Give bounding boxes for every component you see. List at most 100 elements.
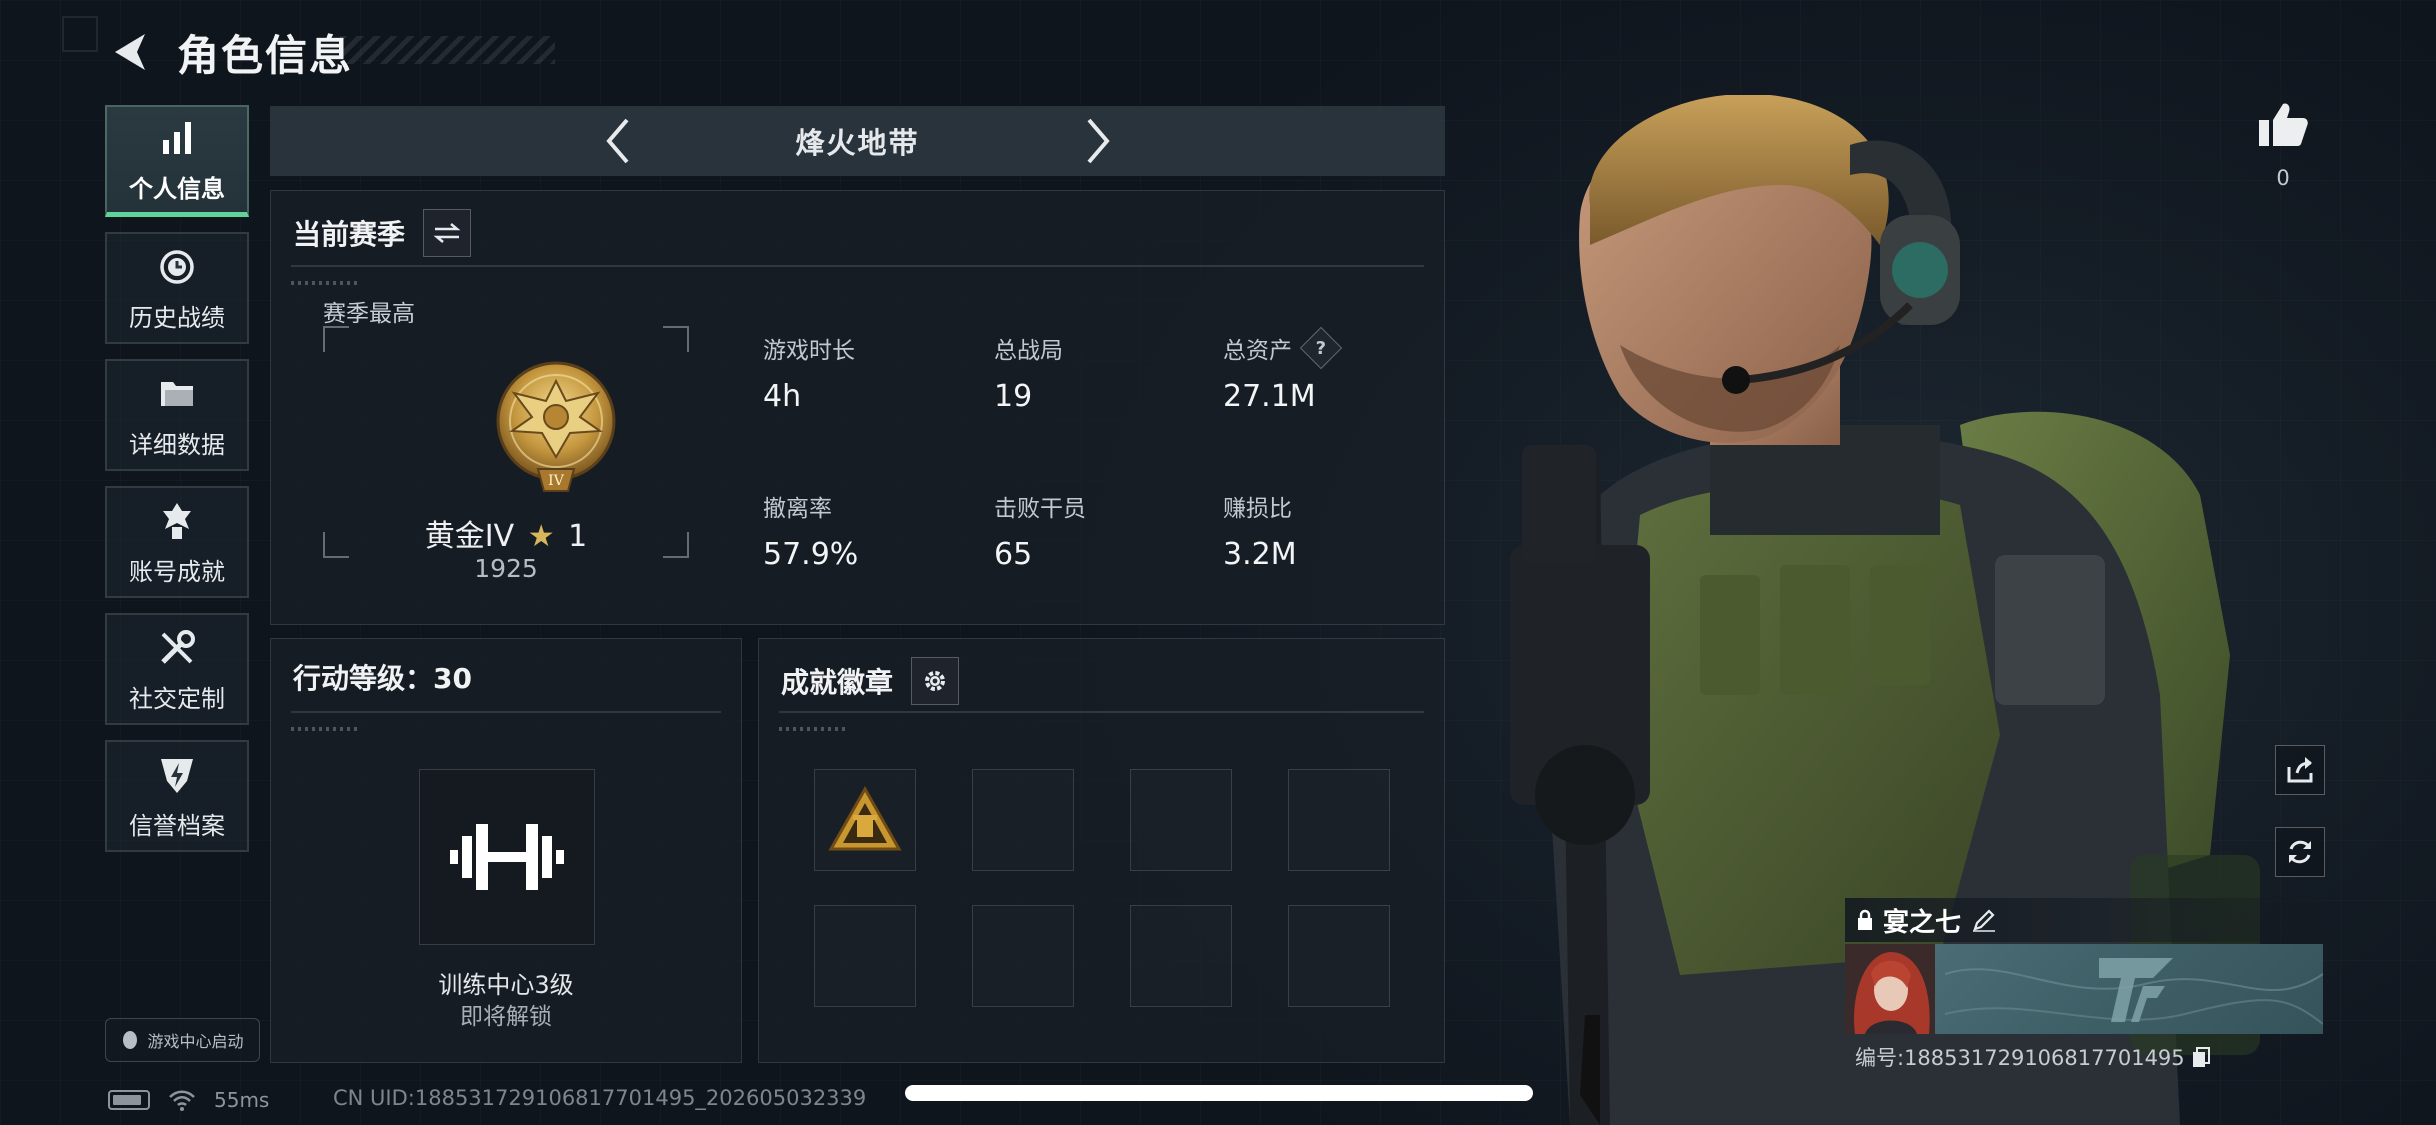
stat-value: 57.9% [763, 537, 859, 572]
home-indicator[interactable] [905, 1085, 1533, 1101]
season-divider [291, 265, 1424, 267]
stat-label: 击败干员 [994, 496, 1086, 522]
frame-corner [323, 326, 349, 352]
stat-label: 撤离率 [763, 496, 832, 522]
mode-title: 烽火地带 [795, 126, 920, 160]
copy-icon[interactable] [2191, 1046, 2211, 1068]
question-icon: ? [1315, 337, 1327, 359]
mode-selector: 烽火地带 [270, 106, 1445, 176]
stat-total-matches: 总战局 19 [994, 331, 1063, 414]
warning-badge-icon [828, 785, 902, 851]
stat-value: 27.1M [1223, 379, 1316, 414]
training-center-status: 即将解锁 [460, 1004, 552, 1030]
badge-slot-filled[interactable] [814, 769, 916, 871]
sidebar-item-reputation[interactable]: 信誉档案 [105, 740, 249, 852]
like-area: 0 [2255, 100, 2311, 190]
avatar-portrait [1845, 944, 1935, 1034]
page-title: 角色信息 [177, 30, 354, 80]
season-switch-button[interactable] [423, 209, 472, 257]
player-name: 宴之七 [1883, 907, 1962, 938]
bar-chart-icon [154, 115, 200, 161]
achievement-badges-panel: 成就徽章 [758, 638, 1445, 1063]
uid-text: CN UID:188531729106817701495_20260503233… [333, 1086, 867, 1110]
sidebar-item-label: 账号成就 [129, 557, 225, 586]
rank-name: 黄金IV [424, 519, 515, 554]
share-button[interactable] [2275, 745, 2325, 795]
frame-corner [663, 326, 689, 352]
lock-icon [1858, 909, 1872, 930]
stat-play-time: 游戏时长 4h [763, 331, 855, 414]
mode-prev-button[interactable] [598, 113, 638, 169]
stat-label: 总资产 [1223, 338, 1292, 364]
edit-name-icon[interactable] [1971, 907, 1997, 933]
back-button[interactable] [105, 26, 157, 78]
chevron-left-icon [605, 118, 629, 164]
faction-emblem-icon [2099, 958, 2173, 1022]
tools-icon [154, 625, 200, 671]
thumbs-up-icon [2259, 103, 2308, 146]
medal-icon [154, 498, 200, 544]
clock-icon [154, 244, 200, 290]
wifi-icon [169, 1090, 195, 1111]
like-button[interactable] [2255, 100, 2311, 152]
rank-stars: 1 [568, 519, 588, 554]
stat-value: 3.2M [1223, 537, 1297, 572]
badge-slot-empty[interactable] [972, 905, 1074, 1007]
gold-rank-badge-icon: IV [496, 361, 616, 492]
sidebar-item-achievements[interactable]: 账号成就 [105, 486, 249, 598]
action-level-title: 行动等级：30 [293, 662, 472, 695]
badges-divider [779, 711, 1424, 713]
folder-icon [154, 371, 200, 417]
stat-label: 总战局 [994, 338, 1063, 364]
badge-slot-empty[interactable] [1288, 769, 1390, 871]
stat-total-assets: 总资产 ? 27.1M [1223, 326, 1343, 414]
badge-slot-empty[interactable] [1130, 905, 1232, 1007]
mode-next-button[interactable] [1078, 113, 1118, 169]
swap-icon [433, 223, 461, 243]
action-level-header: 行动等级：30 [293, 657, 472, 697]
sidebar-item-label: 个人信息 [129, 175, 225, 203]
season-header: 当前赛季 [293, 209, 472, 257]
sidebar-item-personal-info[interactable]: 个人信息 [105, 105, 249, 217]
training-center-name: 训练中心3级 [438, 971, 574, 999]
training-center-tile[interactable] [419, 769, 595, 945]
player-id-row: 编号:188531729106817701495 [1855, 1042, 2211, 1072]
star-icon: ★ [527, 519, 555, 554]
badge-slot-empty[interactable] [1288, 905, 1390, 1007]
game-center-launch-button[interactable]: 游戏中心启动 [105, 1018, 260, 1062]
profile-card-banner[interactable] [1845, 944, 2323, 1034]
sidebar-item-label: 信誉档案 [129, 811, 225, 840]
badges-header: 成就徽章 [781, 657, 960, 705]
sidebar-item-social[interactable]: 社交定制 [105, 613, 249, 725]
stat-value: 19 [994, 379, 1033, 414]
player-id: 编号:188531729106817701495 [1855, 1046, 2185, 1070]
stat-value: 65 [994, 537, 1033, 572]
title-decoration [340, 36, 555, 64]
badges-settings-button[interactable] [911, 657, 960, 705]
sidebar-item-details[interactable]: 详细数据 [105, 359, 249, 471]
sidebar: 个人信息 历史战绩 详细数据 账号成就 社交定制 信誉档案 [105, 105, 251, 867]
refresh-icon [2289, 840, 2311, 864]
action-level-divider [291, 711, 721, 713]
badge-slot-empty[interactable] [814, 905, 916, 1007]
badge-slot-empty[interactable] [972, 769, 1074, 871]
stat-extraction-rate: 撤离率 57.9% [763, 489, 858, 572]
dumbbell-icon [450, 824, 564, 890]
stat-label-row: 总资产 ? [1223, 326, 1343, 370]
avatar[interactable] [1845, 944, 1935, 1034]
share-icon [2287, 757, 2313, 783]
sidebar-item-history[interactable]: 历史战绩 [105, 232, 249, 344]
sidebar-item-label: 详细数据 [129, 430, 225, 459]
like-count: 0 [2276, 166, 2290, 190]
status-bar: 55ms [108, 1085, 269, 1115]
action-level-panel: 行动等级：30 训练中心3级 即将解锁 [270, 638, 742, 1063]
refresh-button[interactable] [2275, 827, 2325, 877]
game-center-label: 游戏中心启动 [147, 1032, 244, 1051]
stat-profit-loss: 赚损比 3.2M [1223, 489, 1297, 572]
shield-icon [154, 752, 200, 798]
badge-slot-empty[interactable] [1130, 769, 1232, 871]
season-panel: 当前赛季 赛季最高 IV 黄金IV ★ 1 1925 游戏时长 4h 总战局 1… [270, 190, 1445, 625]
divider-dots [291, 727, 361, 731]
back-arrow-icon [115, 34, 145, 70]
help-button[interactable]: ? [1299, 326, 1343, 370]
